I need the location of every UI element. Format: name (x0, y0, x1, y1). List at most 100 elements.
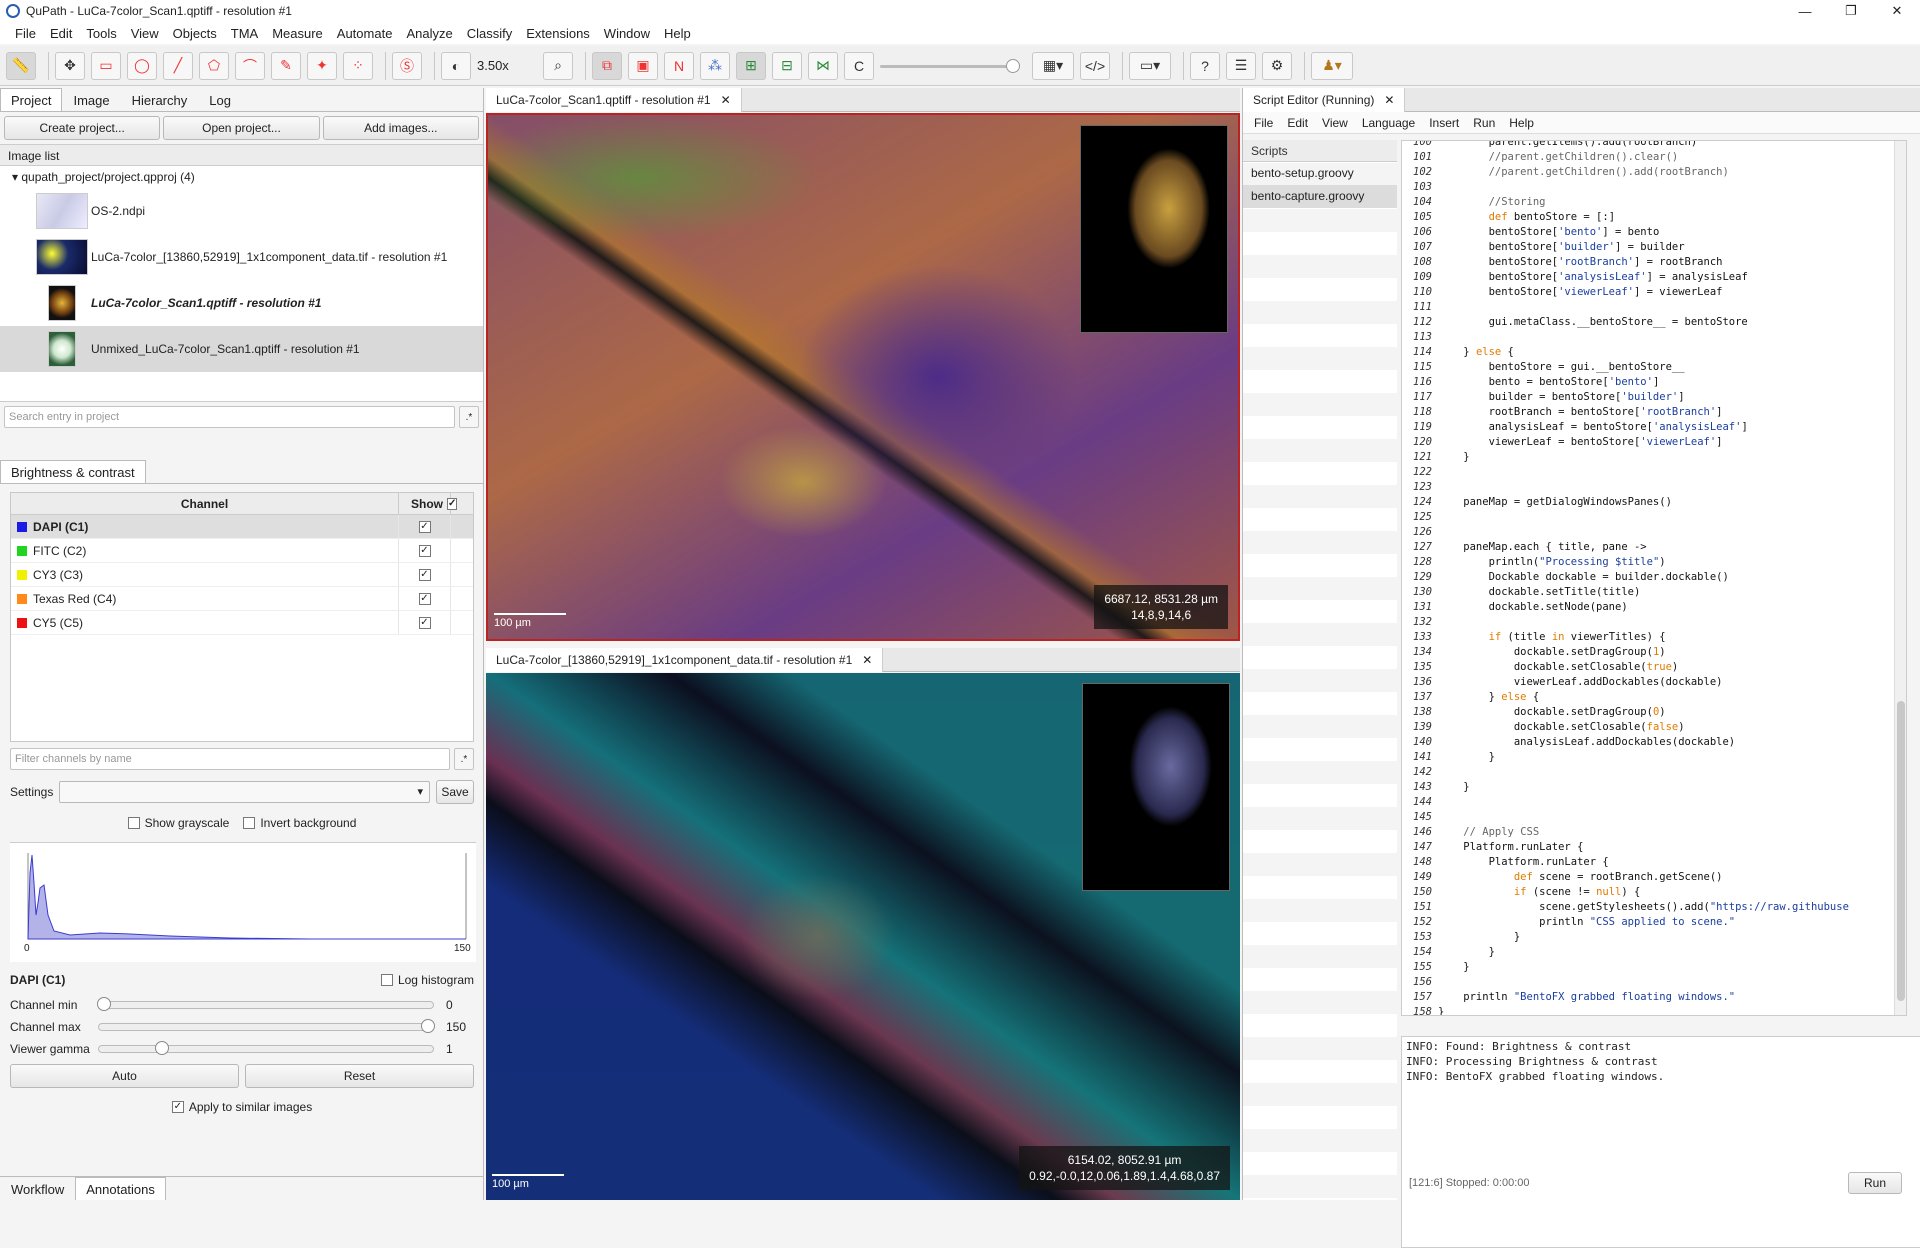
code-scrollbar-thumb[interactable] (1897, 701, 1905, 1001)
create-project-button[interactable]: Create project... (4, 116, 161, 140)
show-annotations-icon[interactable]: ⧉ (592, 51, 622, 80)
close-tab-icon[interactable]: ✕ (721, 93, 731, 107)
se-menu-run[interactable]: Run (1473, 116, 1495, 130)
add-images-button[interactable]: Add images... (322, 116, 479, 140)
list-item[interactable]: bento-capture.groovy (1243, 185, 1397, 208)
channel-show-checkbox[interactable]: ✓ (418, 592, 431, 605)
apply-similar-checkbox[interactable]: ✓ (171, 1101, 184, 1113)
brightness-contrast-icon[interactable]: ◐ (441, 51, 471, 80)
show-connections-icon[interactable]: ⋈ (808, 51, 838, 80)
invert-background-option[interactable]: Invert background (243, 816, 356, 830)
viewer-gamma-handle[interactable] (155, 1041, 169, 1055)
opacity-slider[interactable] (880, 52, 1020, 80)
menu-measure[interactable]: Measure (272, 26, 323, 41)
channel-show-checkbox[interactable]: ✓ (418, 568, 431, 581)
channel-min-handle[interactable] (97, 997, 111, 1011)
se-menu-insert[interactable]: Insert (1429, 116, 1459, 130)
settings-select[interactable] (59, 781, 430, 803)
menu-automate[interactable]: Automate (337, 26, 393, 41)
ellipse-tool-icon[interactable]: ◯ (127, 51, 157, 80)
grid-view-icon[interactable]: ▦▾ (1032, 51, 1074, 80)
minimize-icon[interactable]: — (1782, 0, 1828, 22)
invert-background-checkbox[interactable] (243, 817, 256, 829)
tab-brightness-contrast[interactable]: Brightness & contrast (0, 460, 146, 483)
close-tab-icon[interactable]: ✕ (862, 653, 872, 667)
tab-workflow[interactable]: Workflow (0, 1177, 75, 1200)
run-button[interactable]: Run (1848, 1172, 1902, 1194)
viewer2-tab[interactable]: LuCa-7color_[13860,52919]_1x1component_d… (486, 648, 884, 672)
table-row[interactable]: Texas Red (C4) ✓ (11, 587, 473, 611)
wand-tool-icon[interactable]: ✦ (307, 51, 337, 80)
extensions-icon[interactable]: ♟▾ (1311, 51, 1353, 80)
channel-max-handle[interactable] (421, 1019, 435, 1033)
polyline-tool-icon[interactable]: ⌒ (235, 51, 265, 80)
project-search-input[interactable]: Search entry in project (4, 406, 455, 428)
code-scrollbar[interactable] (1894, 141, 1906, 1015)
menu-edit[interactable]: Edit (50, 26, 72, 41)
selection-mode-icon[interactable]: Ⓢ (392, 51, 422, 80)
menu-help[interactable]: Help (664, 26, 691, 41)
channel-show-checkbox[interactable]: ✓ (418, 520, 431, 533)
brush-tool-icon[interactable]: ✎ (271, 51, 301, 80)
points-tool-icon[interactable]: ⁘ (343, 51, 373, 80)
open-project-button[interactable]: Open project... (163, 116, 320, 140)
menu-extensions[interactable]: Extensions (526, 26, 590, 41)
channel-min-slider[interactable] (97, 997, 434, 1011)
se-menu-language[interactable]: Language (1362, 116, 1415, 130)
reset-button[interactable]: Reset (245, 1064, 474, 1088)
fill-annotations-icon[interactable]: ▣ (628, 51, 658, 80)
menu-objects[interactable]: Objects (173, 26, 217, 41)
preferences-gear-icon[interactable]: ⚙ (1262, 51, 1292, 80)
se-menu-file[interactable]: File (1254, 116, 1273, 130)
menu-analyze[interactable]: Analyze (406, 26, 452, 41)
table-row[interactable]: DAPI (C1) ✓ (11, 515, 473, 539)
list-item[interactable]: LuCa-7color_Scan1.qptiff - resolution #1 (0, 280, 483, 326)
se-menu-view[interactable]: View (1322, 116, 1348, 130)
show-names-button[interactable]: N (664, 51, 694, 80)
close-icon[interactable]: ✕ (1874, 0, 1920, 22)
script-editor-tab[interactable]: Script Editor (Running) ✕ (1243, 88, 1406, 112)
close-tab-icon[interactable]: ✕ (1384, 93, 1394, 107)
tab-hierarchy[interactable]: Hierarchy (121, 88, 199, 111)
tab-annotations[interactable]: Annotations (75, 1177, 166, 1200)
move-tool-icon[interactable]: ✥ (55, 51, 85, 80)
menu-tools[interactable]: Tools (86, 26, 116, 41)
line-tool-icon[interactable]: ╱ (163, 51, 193, 80)
display-monitor-icon[interactable]: ▭▾ (1129, 51, 1171, 80)
list-item[interactable]: Unmixed_LuCa-7color_Scan1.qptiff - resol… (0, 326, 483, 372)
menu-file[interactable]: File (15, 26, 36, 41)
viewer-gamma-slider[interactable] (98, 1041, 434, 1055)
rectangle-tool-icon[interactable]: ▭ (91, 51, 121, 80)
regex-toggle-button[interactable]: .* (459, 406, 479, 428)
channel-filter-input[interactable]: Filter channels by name (10, 748, 450, 770)
show-tma-grid-icon[interactable]: ⁂ (700, 51, 730, 80)
list-item[interactable]: LuCa-7color_[13860,52919]_1x1component_d… (0, 234, 483, 280)
show-detections-icon[interactable]: ⊞ (736, 51, 766, 80)
script-icon[interactable]: </> (1080, 51, 1110, 80)
channel-toggle-button[interactable]: C (844, 51, 874, 80)
log-histogram-checkbox[interactable] (380, 974, 393, 986)
channel-show-checkbox[interactable]: ✓ (418, 616, 431, 629)
viewer2-canvas[interactable]: 6154.02, 8052.91 µm 0.92,-0.0,12,0.06,1.… (486, 673, 1240, 1200)
polygon-tool-icon[interactable]: ⬠ (199, 51, 229, 80)
tab-project[interactable]: Project (0, 88, 63, 111)
table-row[interactable]: CY3 (C3) ✓ (11, 563, 473, 587)
tab-log[interactable]: Log (198, 88, 242, 111)
se-menu-edit[interactable]: Edit (1287, 116, 1308, 130)
tab-image[interactable]: Image (62, 88, 120, 111)
table-row[interactable]: CY5 (C5) ✓ (11, 611, 473, 635)
help-icon[interactable]: ? (1190, 51, 1220, 80)
viewer1-tab[interactable]: LuCa-7color_Scan1.qptiff - resolution #1… (486, 88, 742, 112)
code-editor[interactable]: 100 101 102 103 104 105 106 107 108 109 110 111 112 1… (1401, 140, 1907, 1016)
log-icon[interactable]: ☰ (1226, 51, 1256, 80)
measure-tool-icon[interactable]: 📏 (6, 51, 36, 80)
fill-detections-icon[interactable]: ⊟ (772, 51, 802, 80)
list-item[interactable]: OS-2.ndpi (0, 188, 483, 234)
project-root[interactable]: ▾ qupath_project/project.qpproj (4) (0, 166, 483, 188)
auto-button[interactable]: Auto (10, 1064, 239, 1088)
viewer1-canvas[interactable]: 6687.12, 8531.28 µm 14,8,9,14,6 100 µm (486, 113, 1240, 641)
show-column-header[interactable]: Show ✓ (399, 493, 458, 514)
channel-regex-button[interactable]: .* (454, 748, 474, 770)
menu-tma[interactable]: TMA (231, 26, 258, 41)
channel-max-slider[interactable] (98, 1019, 435, 1033)
